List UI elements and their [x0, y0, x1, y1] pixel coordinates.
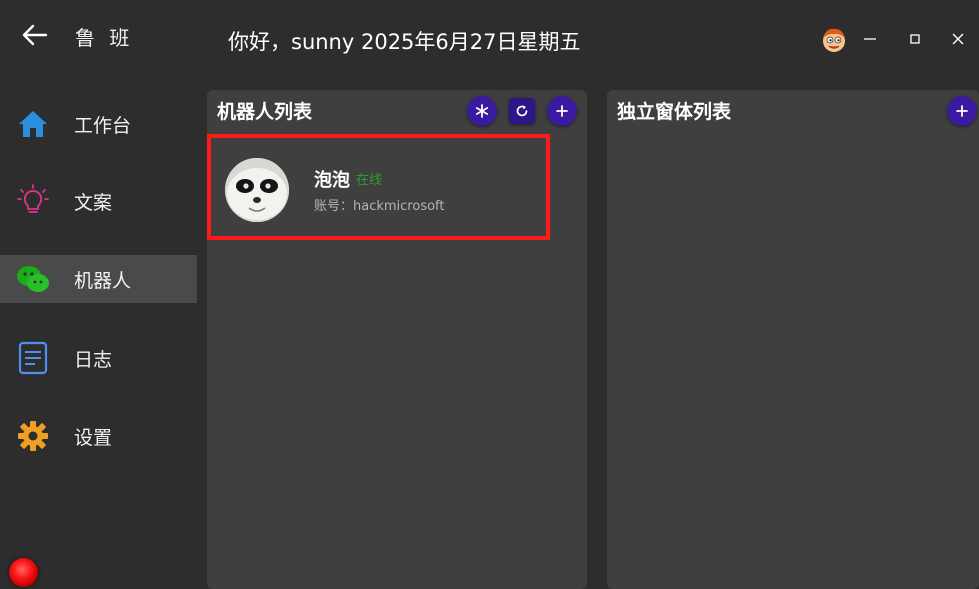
arrow-left-icon: [22, 24, 48, 46]
plus-icon: [556, 105, 568, 117]
robot-online-status: 在线: [356, 173, 383, 188]
panel-title: 独立窗体列表: [617, 101, 732, 123]
back-button[interactable]: [18, 20, 52, 50]
plus-icon: [956, 105, 968, 117]
sidebar-item-label: 设置: [74, 426, 113, 449]
sidebar-item-workbench[interactable]: 工作台: [0, 100, 197, 148]
sidebar: 工作台 文案 机器人 日志 设置: [0, 85, 197, 505]
robot-avatar: [225, 158, 289, 222]
minimize-icon: [864, 38, 876, 40]
maximize-button[interactable]: [902, 26, 928, 52]
sidebar-item-robot[interactable]: 机器人: [0, 255, 197, 303]
sidebar-item-log[interactable]: 日志: [0, 334, 197, 382]
sidebar-item-label: 文案: [74, 191, 113, 214]
connection-status-indicator: [9, 558, 38, 587]
sidebar-item-settings[interactable]: 设置: [0, 412, 197, 460]
add-robot-button[interactable]: [547, 96, 577, 126]
robot-account: 账号：hackmicrosoft: [314, 199, 445, 214]
sidebar-item-label: 日志: [74, 348, 113, 371]
robot-list-panel: 机器人列表 泡泡 在线 账号：hackmicrosoft: [207, 90, 587, 589]
user-avatar[interactable]: [820, 26, 848, 54]
sidebar-item-label: 工作台: [74, 114, 132, 137]
maximize-icon: [910, 34, 920, 44]
cartoon-avatar-icon: [823, 28, 845, 52]
robot-name: 泡泡: [314, 170, 350, 191]
app-title: 鲁 班: [75, 26, 134, 50]
close-icon: [952, 33, 964, 45]
close-button[interactable]: [945, 26, 971, 52]
app-window: 鲁 班 你好，sunny 2025年6月27日星期五 工作台 文案 机器人 日志…: [0, 0, 979, 589]
wechat-icon: [16, 262, 50, 296]
document-icon: [16, 341, 50, 375]
refresh-icon: [516, 105, 528, 117]
lightbulb-icon: [16, 184, 50, 218]
asterisk-icon: [475, 104, 489, 118]
panda-avatar-icon: [225, 158, 289, 222]
minimize-button[interactable]: [857, 26, 883, 52]
panel-title: 机器人列表: [217, 101, 313, 123]
robot-list-item[interactable]: 泡泡 在线 账号：hackmicrosoft: [210, 135, 547, 235]
gear-icon: [16, 419, 50, 453]
sidebar-item-label: 机器人: [74, 269, 132, 292]
window-list-panel: 独立窗体列表: [607, 90, 979, 589]
refresh-button[interactable]: [509, 98, 535, 124]
greeting-text: 你好，sunny 2025年6月27日星期五: [228, 30, 581, 54]
add-window-button[interactable]: [947, 96, 977, 126]
settings-asterisk-button[interactable]: [467, 96, 497, 126]
sidebar-item-copywriting[interactable]: 文案: [0, 177, 197, 225]
home-icon: [16, 107, 50, 141]
